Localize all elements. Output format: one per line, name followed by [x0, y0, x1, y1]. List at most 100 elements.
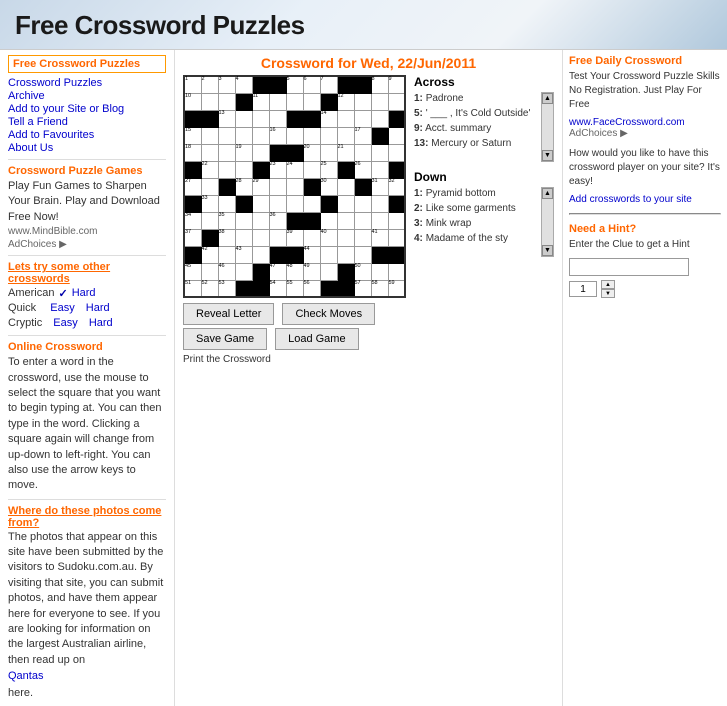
- cell-8-3[interactable]: [235, 212, 252, 229]
- sidebar-item-crossword-puzzles[interactable]: Crossword Puzzles: [8, 77, 166, 89]
- cell-1-11[interactable]: [371, 93, 388, 110]
- cell-11-8[interactable]: [320, 263, 337, 280]
- cell-3-12[interactable]: [388, 127, 405, 144]
- cell-11-0[interactable]: 45: [184, 263, 201, 280]
- load-button[interactable]: Load Game: [275, 328, 358, 350]
- cell-4-0[interactable]: 18: [184, 144, 201, 161]
- cell-1-7[interactable]: [303, 93, 320, 110]
- cell-1-9[interactable]: 12: [337, 93, 354, 110]
- cell-7-10[interactable]: [354, 195, 371, 212]
- cell-12-2[interactable]: 53: [218, 280, 235, 297]
- cell-8-8[interactable]: [320, 212, 337, 229]
- cell-2-10[interactable]: [354, 110, 371, 127]
- cell-3-2[interactable]: [218, 127, 235, 144]
- cell-5-10[interactable]: 26: [354, 161, 371, 178]
- cell-0-7[interactable]: 6: [303, 76, 320, 93]
- cell-7-6[interactable]: [286, 195, 303, 212]
- cell-11-5[interactable]: 47: [269, 263, 286, 280]
- cell-10-4[interactable]: [252, 246, 269, 263]
- cell-10-2[interactable]: [218, 246, 235, 263]
- cell-2-5[interactable]: [269, 110, 286, 127]
- hint-down-button[interactable]: ▼: [601, 289, 615, 298]
- cell-9-0[interactable]: 37: [184, 229, 201, 246]
- cell-0-3[interactable]: 4: [235, 76, 252, 93]
- cell-5-6[interactable]: 24: [286, 161, 303, 178]
- hint-up-button[interactable]: ▲: [601, 280, 615, 289]
- cell-4-12[interactable]: [388, 144, 405, 161]
- cell-11-2[interactable]: 46: [218, 263, 235, 280]
- cell-4-9[interactable]: 21: [337, 144, 354, 161]
- cell-4-8[interactable]: [320, 144, 337, 161]
- cell-11-6[interactable]: 48: [286, 263, 303, 280]
- cell-8-2[interactable]: 35: [218, 212, 235, 229]
- cell-10-3[interactable]: 43: [235, 246, 252, 263]
- cell-9-5[interactable]: [269, 229, 286, 246]
- cell-2-11[interactable]: [371, 110, 388, 127]
- cell-12-11[interactable]: 58: [371, 280, 388, 297]
- daily-cw-url[interactable]: www.FaceCrossword.com: [569, 117, 685, 128]
- cell-11-7[interactable]: 49: [303, 263, 320, 280]
- cell-7-7[interactable]: [303, 195, 320, 212]
- cell-7-4[interactable]: [252, 195, 269, 212]
- cell-2-9[interactable]: [337, 110, 354, 127]
- cell-5-7[interactable]: [303, 161, 320, 178]
- cell-9-11[interactable]: 41: [371, 229, 388, 246]
- cell-1-6[interactable]: [286, 93, 303, 110]
- cell-1-5[interactable]: [269, 93, 286, 110]
- cell-9-12[interactable]: [388, 229, 405, 246]
- cell-4-10[interactable]: [354, 144, 371, 161]
- photos-link[interactable]: Where do these photos come from?: [8, 505, 166, 529]
- sidebar-item-add-site[interactable]: Add to your Site or Blog: [8, 103, 166, 115]
- cell-11-10[interactable]: 50: [354, 263, 371, 280]
- sidebar-item-tell-friend[interactable]: Tell a Friend: [8, 116, 166, 128]
- cell-8-11[interactable]: [371, 212, 388, 229]
- cell-0-1[interactable]: 2: [201, 76, 218, 93]
- cell-2-2[interactable]: 13: [218, 110, 235, 127]
- cell-2-8[interactable]: 14: [320, 110, 337, 127]
- crossword-grid[interactable]: 1234567891011121314151617181920212223242…: [183, 75, 406, 365]
- cell-6-9[interactable]: [337, 178, 354, 195]
- cell-6-12[interactable]: 32: [388, 178, 405, 195]
- cell-4-4[interactable]: [252, 144, 269, 161]
- cell-8-12[interactable]: [388, 212, 405, 229]
- cell-9-10[interactable]: [354, 229, 371, 246]
- cell-9-9[interactable]: [337, 229, 354, 246]
- cell-4-1[interactable]: [201, 144, 218, 161]
- cell-3-0[interactable]: 15: [184, 127, 201, 144]
- qantas-link[interactable]: Qantas: [8, 669, 166, 684]
- reveal-button[interactable]: Reveal Letter: [183, 303, 274, 325]
- cell-12-12[interactable]: 59: [388, 280, 405, 297]
- cell-8-10[interactable]: [354, 212, 371, 229]
- cell-3-5[interactable]: 16: [269, 127, 286, 144]
- cell-1-2[interactable]: [218, 93, 235, 110]
- cell-7-9[interactable]: [337, 195, 354, 212]
- check-button[interactable]: Check Moves: [282, 303, 375, 325]
- cell-9-8[interactable]: 40: [320, 229, 337, 246]
- cell-10-10[interactable]: [354, 246, 371, 263]
- across-scroll-up[interactable]: ▲: [542, 93, 553, 104]
- cell-8-5[interactable]: 36: [269, 212, 286, 229]
- cell-6-6[interactable]: [286, 178, 303, 195]
- sidebar-item-archive[interactable]: Archive: [8, 90, 166, 102]
- across-scroll-down[interactable]: ▼: [542, 150, 553, 161]
- sidebar-item-about[interactable]: About Us: [8, 142, 166, 154]
- cell-6-0[interactable]: 27: [184, 178, 201, 195]
- cell-0-0[interactable]: 1: [184, 76, 201, 93]
- hint-number-input[interactable]: [569, 281, 597, 297]
- cell-6-1[interactable]: [201, 178, 218, 195]
- cell-12-6[interactable]: 55: [286, 280, 303, 297]
- cell-6-11[interactable]: 31: [371, 178, 388, 195]
- cell-5-11[interactable]: [371, 161, 388, 178]
- cell-1-10[interactable]: [354, 93, 371, 110]
- down-scroll-up[interactable]: ▲: [542, 188, 553, 199]
- cell-8-9[interactable]: [337, 212, 354, 229]
- cell-5-1[interactable]: 22: [201, 161, 218, 178]
- cell-10-8[interactable]: [320, 246, 337, 263]
- cell-9-6[interactable]: 39: [286, 229, 303, 246]
- add-cw-link[interactable]: Add crosswords to your site: [569, 194, 692, 205]
- cell-5-2[interactable]: [218, 161, 235, 178]
- cell-6-5[interactable]: [269, 178, 286, 195]
- cell-12-1[interactable]: 52: [201, 280, 218, 297]
- cell-3-9[interactable]: [337, 127, 354, 144]
- save-button[interactable]: Save Game: [183, 328, 267, 350]
